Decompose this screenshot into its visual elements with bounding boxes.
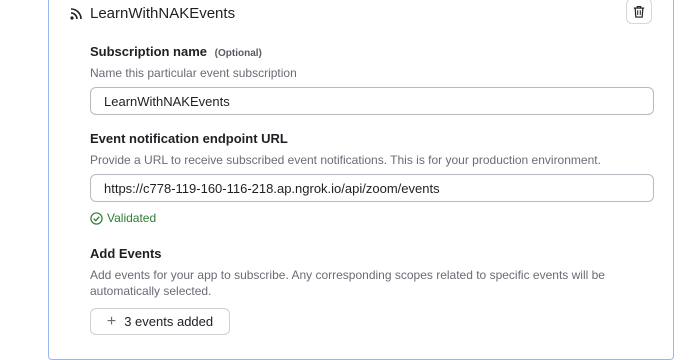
add-events-button[interactable]: + 3 events added xyxy=(90,308,230,335)
add-events-description: Add events for your app to subscribe. An… xyxy=(90,268,605,298)
endpoint-url-label: Event notification endpoint URL xyxy=(90,131,288,146)
endpoint-url-description: Provide a URL to receive subscribed even… xyxy=(90,153,601,167)
check-circle-icon xyxy=(90,211,103,225)
subscription-name-label: Subscription name (Optional) xyxy=(90,44,262,59)
subscription-title: LearnWithNAKEvents xyxy=(90,4,236,22)
subscription-name-label-text: Subscription name xyxy=(90,44,208,59)
optional-tag: (Optional) xyxy=(214,48,262,59)
subscription-name-input[interactable] xyxy=(90,87,654,115)
endpoint-url-input[interactable] xyxy=(90,174,654,202)
validation-status: Validated xyxy=(90,211,156,225)
trash-icon xyxy=(633,5,645,18)
subscription-name-description: Name this particular event subscription xyxy=(90,66,297,80)
delete-subscription-button[interactable] xyxy=(626,0,652,24)
rss-icon xyxy=(70,8,82,20)
add-events-button-label: 3 events added xyxy=(124,314,214,329)
plus-icon: + xyxy=(106,312,117,330)
validation-status-text: Validated xyxy=(107,211,157,225)
add-events-label: Add Events xyxy=(90,246,162,261)
subscription-header: LearnWithNAKEvents xyxy=(69,2,235,24)
